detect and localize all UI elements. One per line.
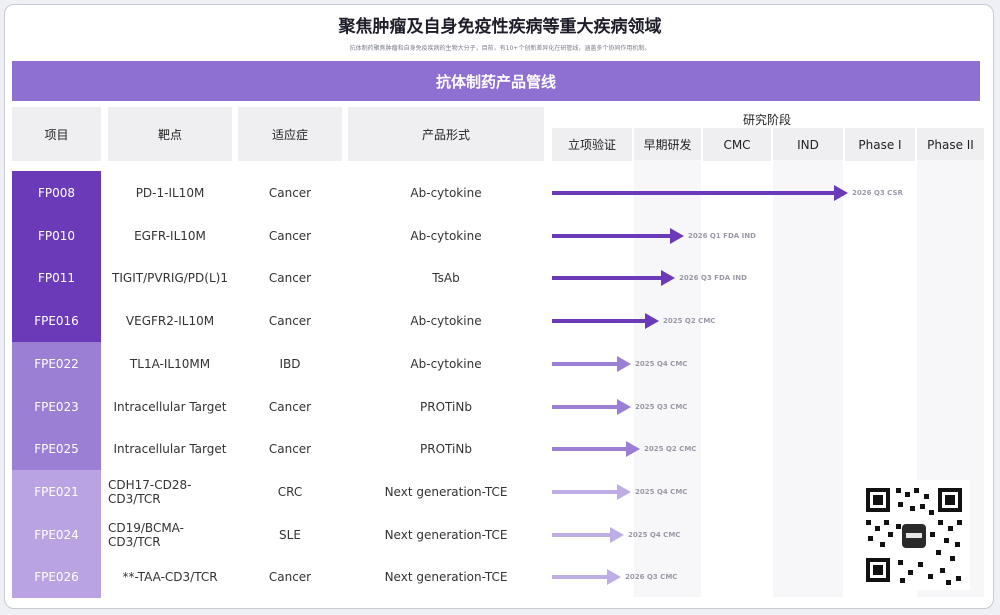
row-format: PROTiNb bbox=[420, 399, 472, 414]
header-stage-2: 早期研发 bbox=[634, 128, 701, 161]
row-milestone: 2026 Q3 CMC bbox=[625, 573, 678, 581]
header-stage-4: IND bbox=[773, 128, 843, 161]
page-subtitle: 抗体制药聚焦肿瘤和自身免疫疾病的生物大分子，目前，有10+个创新差异化在研管线，… bbox=[349, 45, 651, 52]
row-format: Next generation-TCE bbox=[384, 527, 508, 542]
progress-arrow bbox=[552, 313, 659, 329]
header-stage-6: Phase II bbox=[917, 128, 984, 161]
progress-arrow-shaft bbox=[552, 234, 672, 238]
row-target: **-TAA-CD3/TCR bbox=[122, 569, 218, 584]
progress-arrow-head bbox=[670, 228, 684, 244]
qr-code-graphic bbox=[858, 480, 970, 590]
row-project-id: FP008 bbox=[12, 171, 101, 214]
qr-code-icon bbox=[858, 480, 970, 590]
row-format: Next generation-TCE bbox=[384, 569, 508, 584]
row-target: TL1A-IL10MM bbox=[129, 356, 211, 371]
row-indication: Cancer bbox=[268, 569, 312, 584]
row-target: PD-1-IL10M bbox=[135, 185, 205, 200]
progress-arrow bbox=[552, 527, 624, 543]
row-format: Ab-cytokine bbox=[410, 185, 482, 200]
header-stage-1: 立项验证 bbox=[552, 128, 632, 161]
progress-arrow-head bbox=[834, 185, 848, 201]
progress-arrow-shaft bbox=[552, 362, 619, 366]
progress-arrow bbox=[552, 399, 631, 415]
row-milestone: 2025 Q3 CMC bbox=[635, 403, 688, 411]
row-indication: IBD bbox=[279, 356, 301, 371]
row-format: Ab-cytokine bbox=[410, 356, 482, 371]
progress-arrow-shaft bbox=[552, 191, 836, 195]
row-format: Ab-cytokine bbox=[410, 228, 482, 243]
row-project-id: FPE021 bbox=[12, 470, 101, 513]
row-target: EGFR-IL10M bbox=[134, 228, 206, 243]
header-stage-5: Phase I bbox=[845, 128, 915, 161]
progress-arrow-head bbox=[607, 569, 621, 585]
pipeline-banner: 抗体制药产品管线 bbox=[12, 61, 980, 101]
row-milestone: 2026 Q3 CSR bbox=[852, 189, 903, 197]
header-indication: 适应症 bbox=[238, 107, 342, 161]
progress-arrow bbox=[552, 356, 631, 372]
row-project-id: FP011 bbox=[12, 256, 101, 299]
page-title: 聚焦肿瘤及自身免疫性疾病等重大疾病领域 bbox=[338, 17, 662, 37]
row-target: TIGIT/PVRIG/PD(L)1 bbox=[112, 270, 228, 285]
progress-arrow bbox=[552, 270, 675, 286]
row-project-id: FPE023 bbox=[12, 385, 101, 428]
row-indication: Cancer bbox=[268, 399, 312, 414]
row-indication: Cancer bbox=[268, 185, 312, 200]
row-milestone: 2025 Q4 CMC bbox=[628, 531, 681, 539]
row-format: Ab-cytokine bbox=[410, 313, 482, 328]
row-milestone: 2025 Q4 CMC bbox=[635, 360, 688, 368]
progress-arrow-shaft bbox=[552, 575, 609, 579]
row-indication: SLE bbox=[279, 527, 301, 542]
progress-arrow bbox=[552, 569, 621, 585]
row-format: TsAb bbox=[432, 270, 460, 285]
row-milestone: 2025 Q2 CMC bbox=[663, 317, 716, 325]
row-target: VEGFR2-IL10M bbox=[125, 313, 215, 328]
row-format: Next generation-TCE bbox=[384, 484, 508, 499]
header-target: 靶点 bbox=[108, 107, 232, 161]
row-project-id: FPE026 bbox=[12, 555, 101, 598]
row-indication: Cancer bbox=[268, 228, 312, 243]
progress-arrow bbox=[552, 185, 848, 201]
progress-arrow-shaft bbox=[552, 319, 647, 323]
row-indication: Cancer bbox=[268, 441, 312, 456]
row-project-id: FPE016 bbox=[12, 299, 101, 342]
row-indication: CRC bbox=[277, 484, 303, 499]
row-milestone: 2025 Q2 CMC bbox=[644, 445, 697, 453]
row-project-id: FPE022 bbox=[12, 342, 101, 385]
row-target: Intracellular Target bbox=[113, 399, 227, 414]
progress-arrow-shaft bbox=[552, 405, 619, 409]
progress-arrow-head bbox=[617, 356, 631, 372]
progress-arrow-shaft bbox=[552, 276, 663, 280]
row-indication: Cancer bbox=[268, 313, 312, 328]
header-stage-3: CMC bbox=[703, 128, 771, 161]
header-project: 项目 bbox=[12, 107, 101, 161]
row-format: PROTiNb bbox=[420, 441, 472, 456]
row-project-id: FPE024 bbox=[12, 513, 101, 556]
row-target: Intracellular Target bbox=[113, 441, 227, 456]
row-milestone: 2025 Q4 CMC bbox=[635, 488, 688, 496]
row-target: CDH17-CD28-CD3/TCR bbox=[108, 477, 192, 506]
row-milestone: 2026 Q1 FDA IND bbox=[688, 232, 756, 240]
row-project-id: FPE025 bbox=[12, 427, 101, 470]
progress-arrow-head bbox=[617, 484, 631, 500]
header-format: 产品形式 bbox=[348, 107, 544, 161]
progress-arrow bbox=[552, 484, 631, 500]
row-target: CD19/BCMA-CD3/TCR bbox=[108, 520, 184, 549]
row-milestone: 2026 Q3 FDA IND bbox=[679, 274, 747, 282]
progress-arrow bbox=[552, 228, 684, 244]
progress-arrow-head bbox=[626, 441, 640, 457]
row-indication: Cancer bbox=[268, 270, 312, 285]
progress-arrow-shaft bbox=[552, 447, 628, 451]
progress-arrow-shaft bbox=[552, 490, 619, 494]
progress-arrow-head bbox=[645, 313, 659, 329]
progress-arrow-shaft bbox=[552, 533, 612, 537]
progress-arrow bbox=[552, 441, 640, 457]
progress-arrow-head bbox=[610, 527, 624, 543]
progress-arrow-head bbox=[661, 270, 675, 286]
row-project-id: FP010 bbox=[12, 214, 101, 257]
stage-column-ind bbox=[773, 160, 843, 597]
progress-arrow-head bbox=[617, 399, 631, 415]
